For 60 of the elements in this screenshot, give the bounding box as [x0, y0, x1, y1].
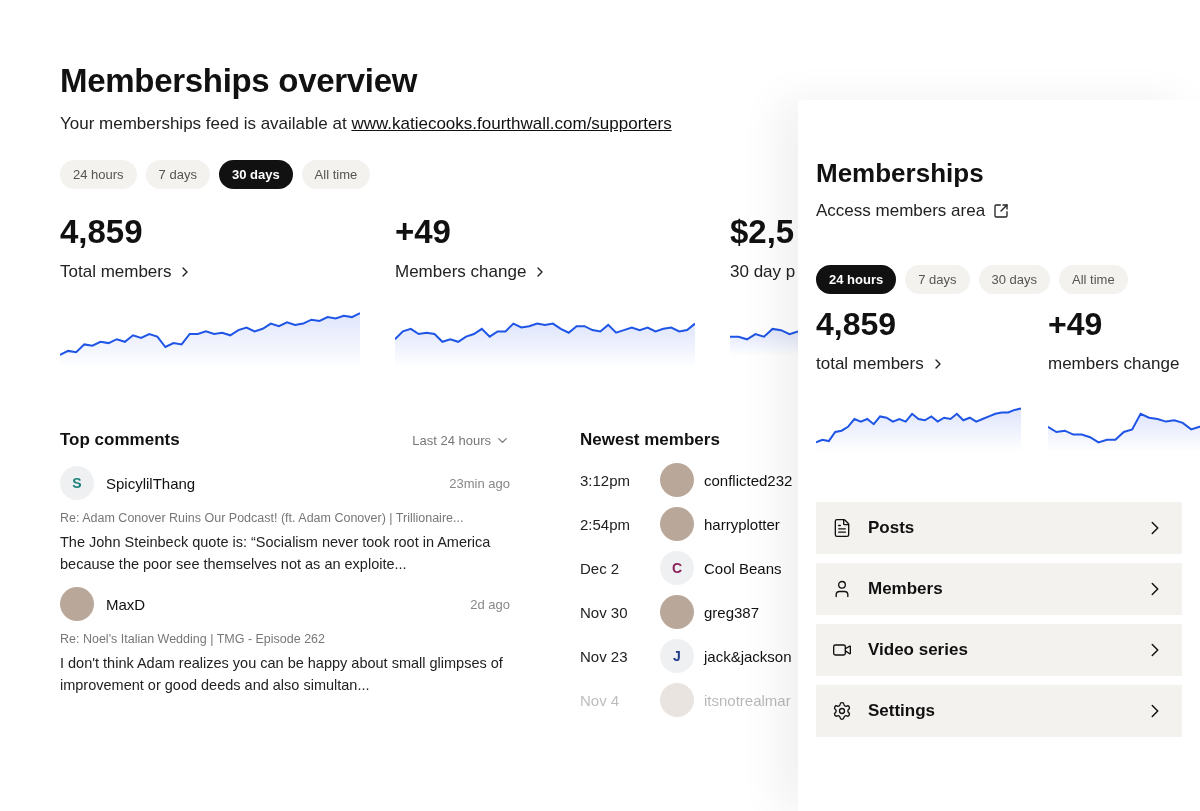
document-icon [832, 518, 852, 538]
member-name: harryplotter [704, 515, 780, 533]
member-name: conflicted232 [704, 471, 793, 489]
member-join-time: Dec 2 [580, 559, 621, 577]
stat-value: 4,859 [816, 308, 897, 340]
section-title: Newest members [580, 430, 721, 450]
menu-item[interactable]: Members [816, 563, 1182, 615]
member-name: greg387 [704, 603, 760, 621]
photo-placeholder [660, 595, 694, 629]
feed-link[interactable]: www.katiecooks.fourthwall.com/supporters [351, 114, 672, 133]
member-name: Cool Beans [704, 559, 782, 577]
time-range-tab[interactable]: 30 days [978, 265, 1051, 294]
member-join-time: Nov 23 [580, 647, 629, 665]
comment-time: 23min ago [449, 475, 510, 491]
letter-avatar: C [660, 551, 694, 585]
stat-value: 4,859 [60, 215, 143, 248]
stat-value: $2,5 [730, 215, 795, 248]
section-title: Top comments [60, 430, 180, 450]
stat-link[interactable]: Total members [60, 262, 194, 282]
photo-placeholder [660, 463, 694, 497]
comment-context: Re: Adam Conover Ruins Our Podcast! (ft. Adam Conover) | Trillionaire... [60, 511, 465, 525]
menu-item[interactable]: Posts [816, 502, 1182, 554]
range-dropdown[interactable]: Last 24 hours [412, 432, 510, 448]
stat-value: +49 [395, 215, 451, 248]
menu-item[interactable]: Settings [816, 685, 1182, 737]
stat-link[interactable]: Members change [395, 262, 549, 282]
member-name: jack&jackson [704, 647, 792, 665]
time-range-tab[interactable]: All time [1059, 265, 1128, 294]
comment-context: Re: Noel's Italian Wedding | TMG - Episode 262 [60, 632, 327, 646]
member-join-time: Nov 4 [580, 691, 621, 709]
comment-text: I don't think Adam realizes you can be happy about small glimpses of improvement or good deeds and also simultan... [60, 654, 504, 695]
stat-link[interactable]: total members [816, 354, 946, 374]
stat-link[interactable]: 30 day p [730, 262, 796, 282]
member-join-time: 2:54pm [580, 515, 632, 533]
photo-placeholder [660, 683, 694, 717]
time-range-tab[interactable]: 7 days [905, 265, 970, 294]
member-join-time: 3:12pm [580, 471, 632, 489]
time-range-tab[interactable]: 30 days [218, 160, 293, 189]
comment-author: MaxD [106, 595, 147, 613]
members-area-link[interactable]: Access members area [816, 201, 1200, 221]
external-link-icon [993, 203, 1010, 219]
letter-avatar: J [660, 639, 694, 673]
stat-link[interactable]: members change [1048, 354, 1180, 374]
time-range-tab[interactable]: All time [301, 160, 371, 189]
page-title: Memberships overview [60, 62, 419, 100]
settings-icon [832, 701, 852, 721]
time-range-tab[interactable]: 7 days [145, 160, 210, 189]
comment-time: 2d ago [470, 596, 510, 612]
stat-value: +49 [1048, 308, 1103, 340]
photo-placeholder [60, 587, 94, 621]
member-join-time: Nov 30 [580, 603, 629, 621]
letter-avatar: S [60, 466, 94, 500]
photo-placeholder [660, 507, 694, 541]
comment-text: The John Steinbeck quote is: “Socialism never took root in America because the poor see themselves not as an exploite... [60, 533, 492, 574]
time-range-tab[interactable]: 24 hours [60, 160, 137, 189]
panel-title: Memberships [816, 158, 985, 189]
member-name: itsnotrealmar [704, 691, 791, 709]
menu-item[interactable]: Video series [816, 624, 1182, 676]
comment-author: SpicylilThang [106, 474, 197, 492]
time-range-tab[interactable]: 24 hours [816, 265, 897, 294]
